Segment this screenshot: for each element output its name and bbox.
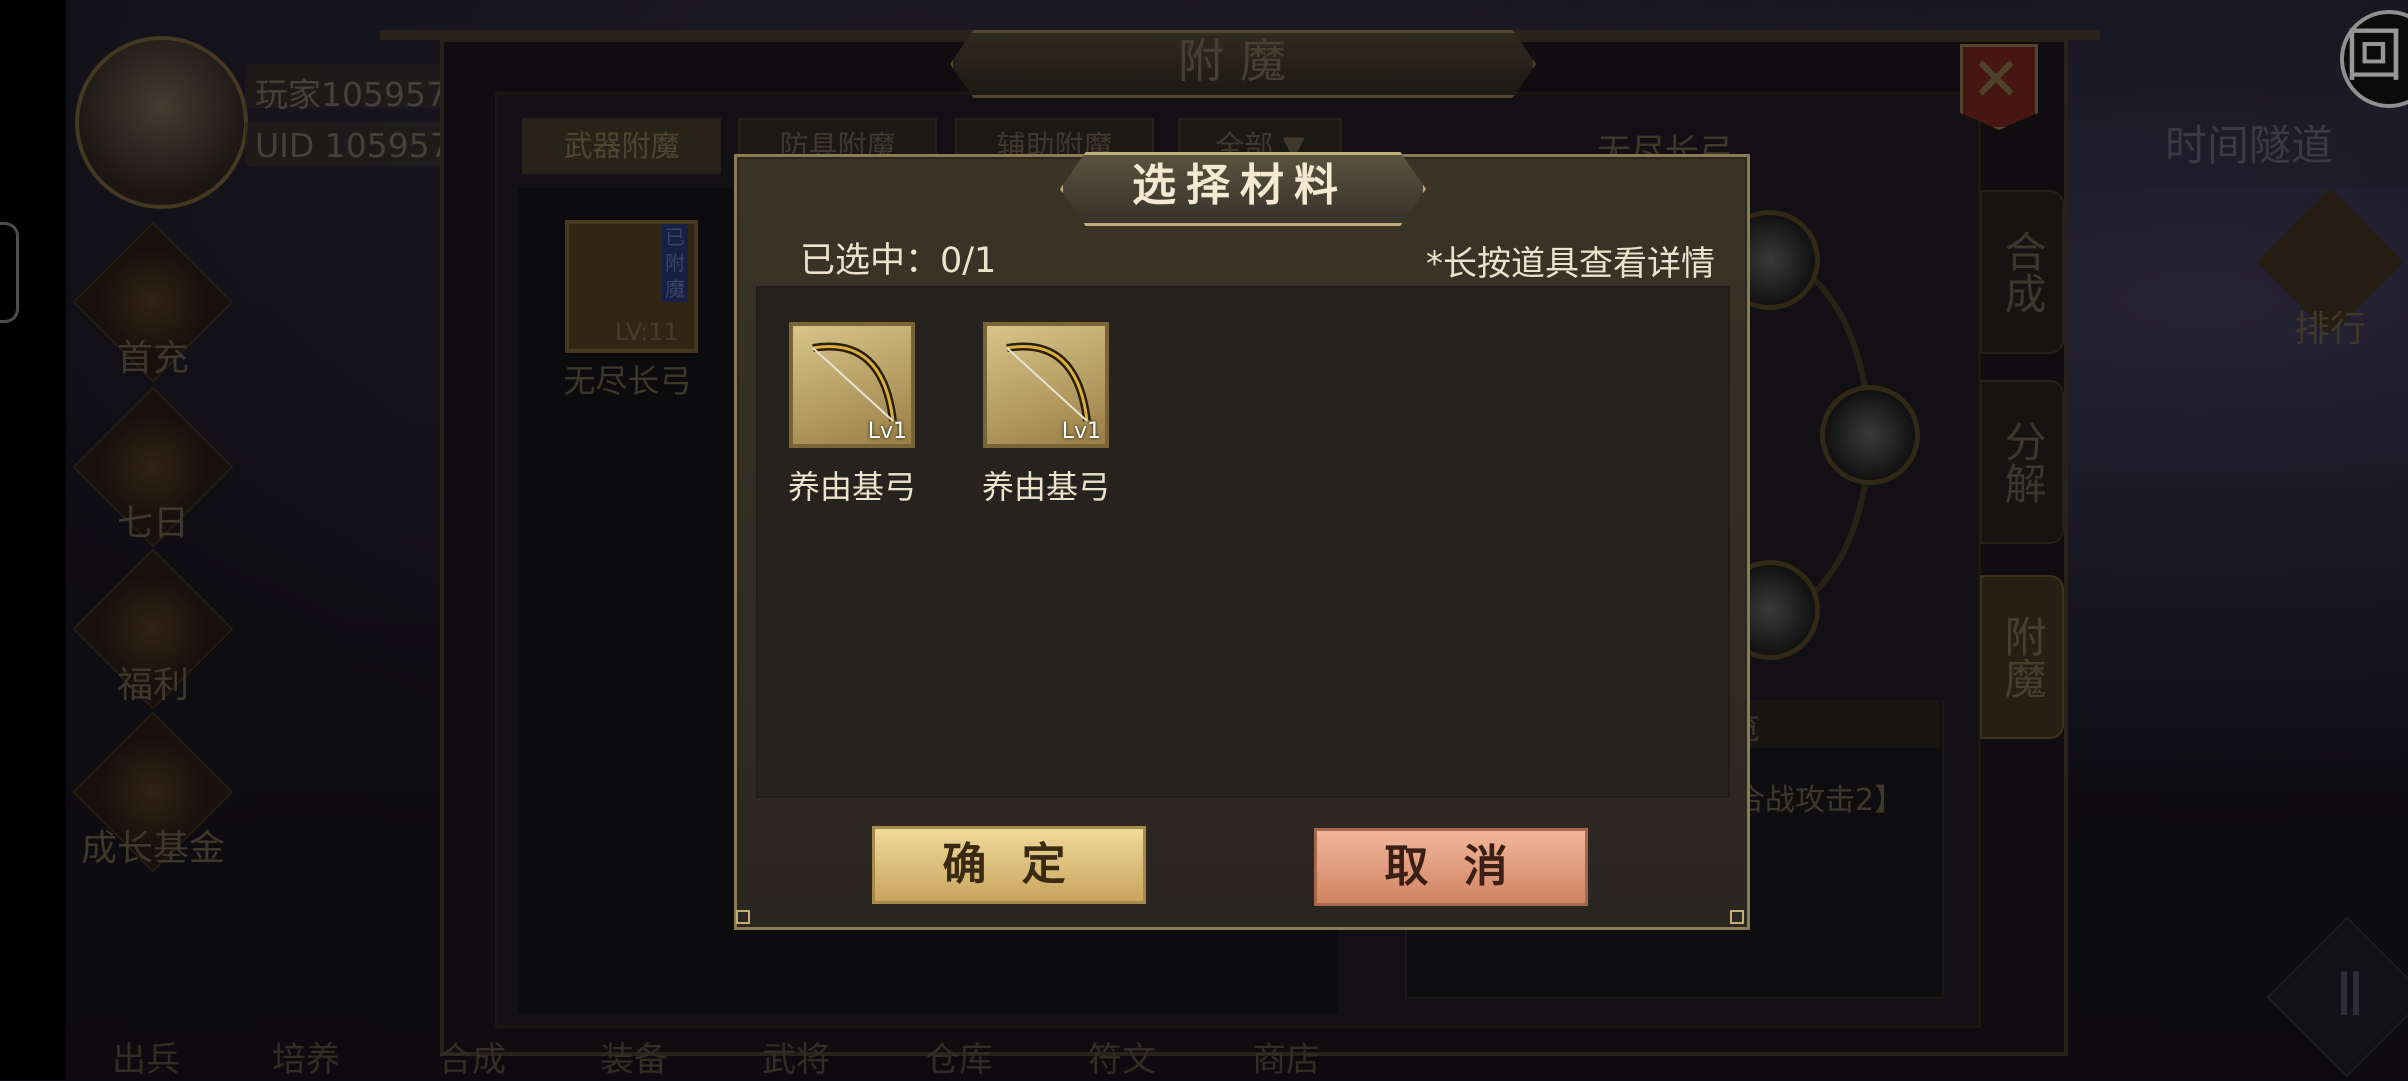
material-level: Lv1 (867, 419, 907, 444)
dialog-corner-ornament (736, 910, 750, 924)
bow-icon: Lv1 (983, 322, 1109, 448)
cancel-button[interactable]: 取 消 (1314, 828, 1588, 906)
material-item[interactable]: Lv1 养由基弓 (976, 322, 1116, 508)
dialog-corner-ornament (1730, 910, 1744, 924)
selected-count: 已选中：0/1 (800, 241, 997, 281)
long-press-hint: *长按道具查看详情 (1426, 244, 1715, 284)
dialog-title: 选择材料 (1132, 160, 1348, 211)
material-name: 养由基弓 (981, 468, 1110, 506)
material-item[interactable]: Lv1 养由基弓 (782, 322, 922, 508)
bow-icon: Lv1 (789, 322, 915, 448)
confirm-button[interactable]: 确 定 (872, 826, 1146, 904)
material-level: Lv1 (1061, 419, 1101, 444)
material-name: 养由基弓 (787, 468, 916, 506)
